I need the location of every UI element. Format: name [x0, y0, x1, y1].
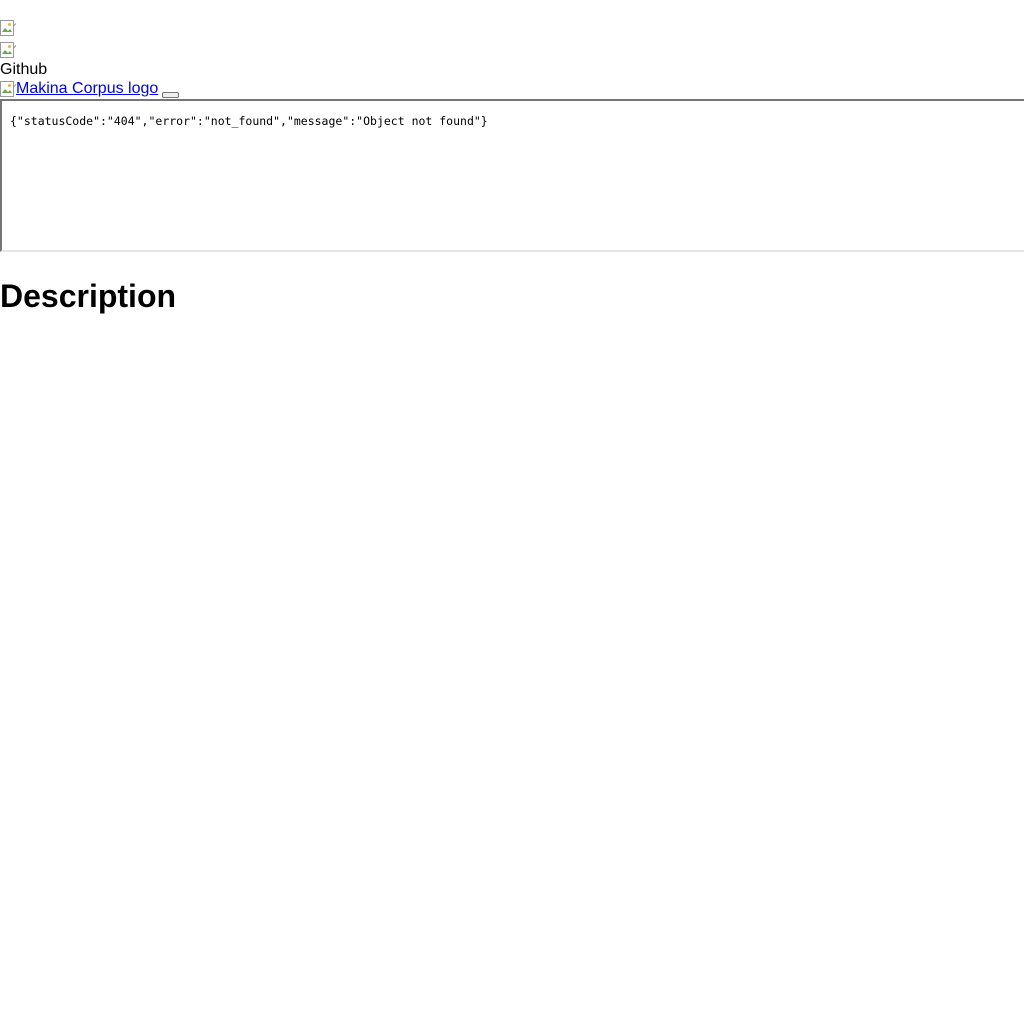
page: Github Makina Corpus logo {"statusCode":… [0, 0, 1024, 1024]
logo-alt-text: Makina Corpus logo [16, 80, 159, 97]
broken-image-icon [0, 42, 16, 58]
broken-image-icon [0, 20, 16, 36]
github-label: Github [0, 61, 48, 78]
error-response-text: {"statusCode":"404","error":"not_found",… [10, 114, 488, 128]
broken-image-icon [0, 81, 17, 97]
menu-button[interactable] [162, 92, 179, 98]
logo-link[interactable]: Makina Corpus logo [0, 80, 158, 98]
page-title: Description [0, 278, 177, 314]
embedded-frame[interactable]: {"statusCode":"404","error":"not_found",… [0, 99, 1024, 252]
